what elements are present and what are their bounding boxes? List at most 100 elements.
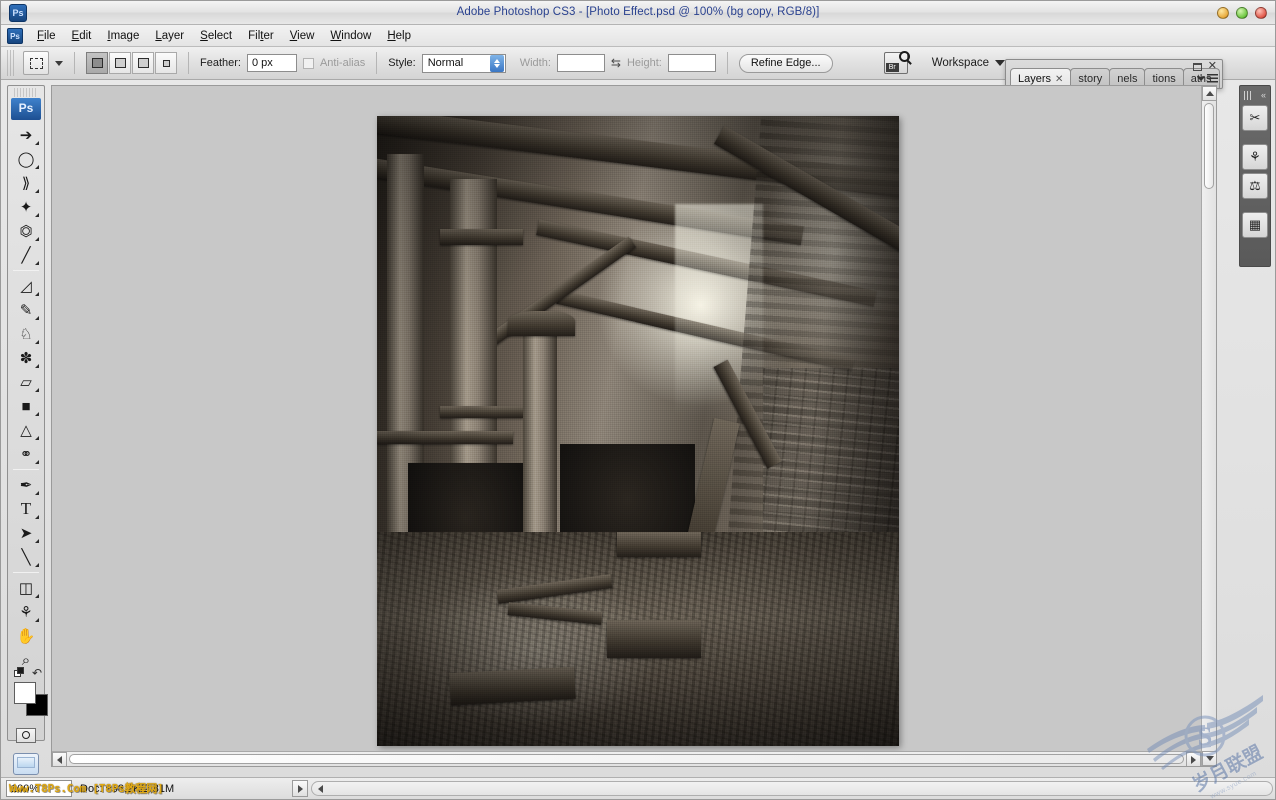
- feather-input[interactable]: 0 px: [246, 54, 297, 72]
- status-expand-button[interactable]: [292, 780, 308, 797]
- refine-edge-button[interactable]: Refine Edge...: [738, 53, 833, 73]
- intersect-with-selection-icon: [162, 59, 170, 67]
- toolbox-grip[interactable]: [14, 88, 38, 97]
- blur-tool[interactable]: △: [10, 418, 42, 442]
- photo-beam: [439, 405, 524, 419]
- vertical-scrollbar[interactable]: [1201, 86, 1216, 766]
- document-image[interactable]: [377, 116, 899, 746]
- brush-tool[interactable]: ✎: [10, 298, 42, 322]
- hand-tool[interactable]: ✋: [10, 624, 42, 648]
- dock-header[interactable]: «: [1242, 88, 1268, 102]
- add-to-selection-button[interactable]: [109, 52, 131, 74]
- layer-comps-panel-icon[interactable]: ▦: [1242, 212, 1268, 238]
- screen-mode-button[interactable]: [11, 750, 41, 778]
- subtract-from-selection-icon: [137, 58, 149, 68]
- elliptical-marquee-tool[interactable]: ◯: [10, 147, 42, 171]
- intersect-with-selection-button[interactable]: [155, 52, 177, 74]
- status-scroll-track[interactable]: [311, 781, 1273, 796]
- scroll-right-button[interactable]: [1186, 752, 1201, 766]
- slice-tool[interactable]: ╱: [10, 243, 42, 267]
- horizontal-scroll-thumb[interactable]: [69, 754, 1184, 764]
- magic-wand-tool[interactable]: ✦: [10, 195, 42, 219]
- close-icon[interactable]: ✕: [1055, 74, 1063, 85]
- style-label: Style:: [388, 57, 416, 69]
- zoom-level-input[interactable]: 100%: [6, 780, 72, 797]
- history-brush-tool[interactable]: ✽: [10, 346, 42, 370]
- scroll-down-button[interactable]: [1202, 751, 1216, 766]
- photo-debris-block: [606, 620, 701, 658]
- path-selection-tool[interactable]: ➤: [10, 521, 42, 545]
- go-to-bridge-icon[interactable]: Br: [883, 51, 910, 74]
- menu-window[interactable]: Window: [322, 28, 379, 44]
- move-tool[interactable]: ➔: [10, 123, 42, 147]
- crop-tool[interactable]: ⏣: [10, 219, 42, 243]
- quick-mask-toggle[interactable]: [10, 724, 42, 746]
- menu-view[interactable]: View: [282, 28, 323, 44]
- eraser-tool[interactable]: ▱: [10, 370, 42, 394]
- type-tool[interactable]: T: [10, 497, 42, 521]
- width-input[interactable]: [556, 54, 605, 72]
- divider: [13, 270, 39, 271]
- gradient-tool[interactable]: ■: [10, 394, 42, 418]
- subtract-from-selection-button[interactable]: [132, 52, 154, 74]
- menu-edit[interactable]: Edit: [64, 28, 100, 44]
- tool-preset-picker-caret-icon[interactable]: [55, 60, 63, 66]
- new-selection-button[interactable]: [86, 52, 108, 74]
- style-select[interactable]: Normal: [421, 53, 506, 73]
- menu-layer[interactable]: Layer: [147, 28, 192, 44]
- screen-mode-icon: [13, 753, 39, 775]
- minimize-button[interactable]: [1217, 7, 1229, 19]
- anti-alias-label: Anti-alias: [319, 57, 366, 69]
- minimize-icon[interactable]: [1192, 62, 1202, 71]
- foreground-color-swatch[interactable]: [14, 682, 36, 704]
- scroll-up-button[interactable]: [1202, 86, 1216, 101]
- clone-source-panel-icon[interactable]: ⚖: [1242, 173, 1268, 199]
- tool-presets-panel-icon[interactable]: ✂: [1242, 105, 1268, 131]
- menu-filter[interactable]: Filter: [240, 28, 282, 44]
- swap-colors-icon[interactable]: ↶: [32, 666, 42, 680]
- horizontal-scrollbar[interactable]: [52, 751, 1201, 766]
- style-value: Normal: [427, 57, 464, 69]
- line-tool[interactable]: ╲: [10, 545, 42, 569]
- document-work-area[interactable]: [51, 85, 1217, 767]
- maximize-button[interactable]: [1236, 7, 1248, 19]
- dodge-tool[interactable]: ⚭: [10, 442, 42, 466]
- style-stepper-icon[interactable]: [489, 54, 504, 72]
- default-colors-icon[interactable]: [14, 667, 25, 678]
- menu-image[interactable]: Image: [99, 28, 147, 44]
- menu-help[interactable]: Help: [379, 28, 419, 44]
- status-scroll-left-icon[interactable]: [314, 783, 327, 794]
- eyedropper-tool[interactable]: ⚘: [10, 600, 42, 624]
- document-menu-icon[interactable]: Ps: [7, 27, 23, 44]
- menu-file[interactable]: FFileile: [29, 28, 64, 44]
- anti-alias-checkbox[interactable]: [302, 57, 314, 69]
- close-button[interactable]: [1255, 7, 1267, 19]
- menu-select[interactable]: Select: [192, 28, 240, 44]
- palette-window-controls: ✕: [1192, 61, 1217, 72]
- scroll-left-button[interactable]: [52, 752, 67, 766]
- color-swatches: ↶: [14, 666, 48, 720]
- notes-tool[interactable]: ◫: [10, 576, 42, 600]
- new-selection-icon: [91, 58, 103, 68]
- panel-menu-icon[interactable]: [1197, 74, 1218, 83]
- height-input[interactable]: [667, 54, 716, 72]
- lasso-tool[interactable]: ⟫: [10, 171, 42, 195]
- vertical-scroll-thumb[interactable]: [1204, 103, 1214, 189]
- clone-stamp-tool[interactable]: ♘: [10, 322, 42, 346]
- dock-grip[interactable]: [1244, 90, 1253, 100]
- close-icon[interactable]: ✕: [1208, 61, 1217, 72]
- document-info: Doc: 958,2K/2,81M: [80, 782, 175, 795]
- window-controls: [1217, 7, 1267, 19]
- collapse-to-icons-icon[interactable]: «: [1261, 90, 1266, 100]
- current-tool-icon[interactable]: [23, 51, 49, 75]
- divider: [376, 52, 378, 74]
- swap-dimensions-icon[interactable]: ⇆: [611, 56, 621, 70]
- width-label: Width:: [519, 57, 551, 69]
- image-canvas[interactable]: [377, 116, 899, 746]
- brushes-panel-icon[interactable]: ⚘: [1242, 144, 1268, 170]
- healing-brush-tool[interactable]: ◿: [10, 274, 42, 298]
- options-bar-grip[interactable]: [7, 50, 15, 76]
- pen-tool[interactable]: ✒: [10, 473, 42, 497]
- workspace-button[interactable]: Workspace: [932, 57, 1005, 69]
- quick-mask-icon: [16, 727, 36, 743]
